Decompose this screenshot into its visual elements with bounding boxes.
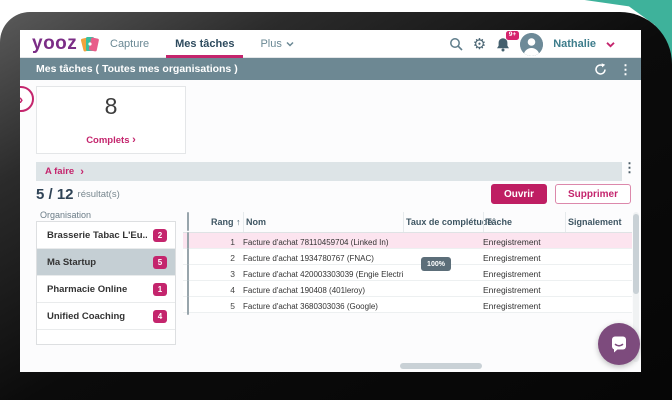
- row-name: Facture d'achat 1934780767 (FNAC): [243, 254, 403, 263]
- org-count-badge: 2: [153, 229, 167, 242]
- notifications-bell[interactable]: 9+: [496, 37, 510, 52]
- row-name: Facture d'achat 3680303036 (Google): [243, 302, 403, 311]
- app-screen: yooz Capture Mes tâches Plus: [20, 30, 641, 372]
- row-name: Facture d'achat 190408 (401leroy): [243, 286, 403, 295]
- section-header-a-faire[interactable]: A faire ›: [36, 162, 622, 181]
- column-label: Signalement: [568, 217, 622, 227]
- nav-item-mes-taches[interactable]: Mes tâches: [175, 30, 234, 58]
- column-label: Nom: [246, 217, 266, 227]
- column-label: Tâche: [486, 217, 512, 227]
- results-count: 5 / 12: [36, 186, 74, 203]
- section-kebab-menu-icon[interactable]: ⋮: [623, 161, 636, 174]
- panel-expander-button[interactable]: ›: [20, 86, 34, 112]
- section-title: A faire: [45, 166, 74, 177]
- row-rank: 5: [209, 301, 243, 311]
- row-name: Facture d'achat 78110459704 (Linked In): [243, 238, 403, 247]
- organisation-header: Organisation: [40, 210, 91, 220]
- page-title-bar: Mes tâches ( Toutes mes organisations ) …: [20, 58, 641, 80]
- org-count-badge: 1: [153, 283, 167, 296]
- top-navbar: yooz Capture Mes tâches Plus: [20, 30, 641, 58]
- org-name: Unified Coaching: [47, 311, 147, 322]
- completed-link-label: Complets: [86, 135, 129, 146]
- org-count-badge: 4: [153, 310, 167, 323]
- refresh-icon[interactable]: [594, 63, 607, 76]
- row-rank: 4: [209, 285, 243, 295]
- org-item-pharmacie[interactable]: Pharmacie Online 1: [37, 276, 175, 303]
- completed-count: 8: [105, 93, 118, 120]
- page-title: Mes tâches ( Toutes mes organisations ): [36, 58, 238, 80]
- column-header-rank[interactable]: Rang ↑: [209, 217, 243, 227]
- nav-item-plus[interactable]: Plus: [260, 30, 293, 58]
- tasks-table: Rang ↑ Nom Taux de complétude Tâche Sign…: [183, 212, 632, 313]
- row-task: Enregistrement: [483, 253, 565, 263]
- yooz-logo[interactable]: yooz: [32, 32, 100, 56]
- chat-bubble-icon: [609, 334, 629, 354]
- results-toolbar: 5 / 12 résultat(s) Ouvrir Supprimer: [36, 182, 631, 206]
- organisation-list: Brasserie Tabac L'Eu... 2 Ma Startup 5 P…: [36, 221, 176, 345]
- results-label: résultat(s): [78, 189, 120, 200]
- sort-ascending-icon: ↑: [236, 217, 241, 227]
- vertical-scrollbar-thumb[interactable]: [633, 214, 639, 294]
- column-label: Rang: [211, 217, 234, 227]
- row-name: Facture d'achat 420003303039 (Engie Elec…: [243, 270, 403, 279]
- horizontal-scrollbar-thumb[interactable]: [400, 363, 482, 369]
- table-row[interactable]: 3 Facture d'achat 420003303039 (Engie El…: [183, 265, 632, 281]
- row-checkbox[interactable]: [187, 296, 189, 315]
- notification-badge: 9+: [506, 31, 519, 41]
- nav-item-capture[interactable]: Capture: [110, 30, 149, 58]
- chevron-right-icon: ›: [80, 166, 84, 178]
- chevron-right-icon: ›: [132, 134, 136, 146]
- avatar[interactable]: [520, 33, 543, 56]
- titlebar-kebab-menu-icon[interactable]: ⋮: [619, 63, 632, 76]
- select-all-checkbox[interactable]: [187, 212, 189, 231]
- row-task: Enregistrement: [483, 285, 565, 295]
- column-header-flag[interactable]: Signalement: [565, 212, 632, 232]
- column-header-name[interactable]: Nom: [243, 212, 403, 232]
- table-row[interactable]: 1 Facture d'achat 78110459704 (Linked In…: [183, 233, 632, 249]
- org-item-unified[interactable]: Unified Coaching 4: [37, 303, 175, 330]
- user-name[interactable]: Nathalie: [553, 38, 596, 50]
- org-name: Ma Startup: [47, 257, 147, 268]
- chat-launcher-button[interactable]: [598, 323, 640, 365]
- nav-label: Mes tâches: [175, 30, 234, 58]
- completed-summary-card: 8 Complets ›: [36, 86, 186, 154]
- row-rank: 3: [209, 269, 243, 279]
- row-task: Enregistrement: [483, 269, 565, 279]
- completion-tooltip: 100%: [421, 257, 451, 271]
- table-row[interactable]: 5 Facture d'achat 3680303036 (Google) En…: [183, 297, 632, 313]
- table-row[interactable]: 2 Facture d'achat 1934780767 (FNAC) Enre…: [183, 249, 632, 265]
- org-item-ma-startup[interactable]: Ma Startup 5: [37, 249, 175, 276]
- logo-cards-icon: [80, 34, 100, 54]
- row-task: Enregistrement: [483, 237, 565, 247]
- navbar-actions: ⚙ 9+ Nathalie: [449, 30, 615, 58]
- user-chevron-down-icon[interactable]: [606, 41, 615, 48]
- table-row[interactable]: 4 Facture d'achat 190408 (401leroy) Enre…: [183, 281, 632, 297]
- row-rank: 2: [209, 253, 243, 263]
- column-header-completion[interactable]: Taux de complétude: [403, 212, 483, 232]
- main-nav: Capture Mes tâches Plus: [110, 30, 294, 58]
- gear-icon[interactable]: ⚙: [473, 37, 486, 52]
- row-rank: 1: [209, 237, 243, 247]
- org-count-badge: 5: [153, 256, 167, 269]
- chevron-down-icon: [286, 41, 294, 47]
- column-header-task[interactable]: Tâche: [483, 212, 565, 232]
- row-task: Enregistrement: [483, 301, 565, 311]
- open-button[interactable]: Ouvrir: [491, 184, 547, 204]
- logo-text: yooz: [32, 32, 77, 56]
- org-item-brasserie[interactable]: Brasserie Tabac L'Eu... 2: [37, 222, 175, 249]
- delete-button[interactable]: Supprimer: [555, 184, 631, 204]
- table-header: Rang ↑ Nom Taux de complétude Tâche Sign…: [183, 212, 632, 233]
- nav-label: Plus: [260, 30, 281, 58]
- org-name: Brasserie Tabac L'Eu...: [47, 230, 147, 241]
- completed-link[interactable]: Complets ›: [86, 134, 136, 146]
- nav-label: Capture: [110, 30, 149, 58]
- column-label: Taux de complétude: [406, 217, 492, 227]
- org-name: Pharmacie Online: [47, 284, 147, 295]
- search-icon[interactable]: [449, 37, 463, 51]
- chevron-right-icon: ›: [20, 91, 23, 107]
